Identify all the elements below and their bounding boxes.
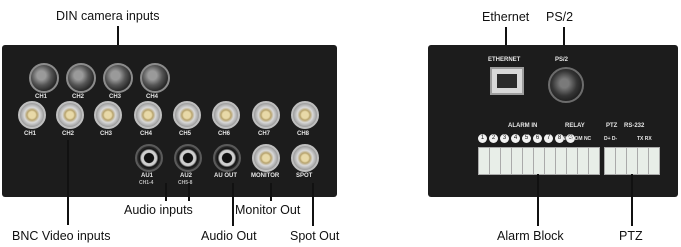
bnc-callout-leader [67,140,69,225]
spot-output-connector[interactable] [291,144,319,172]
bnc-label: CH1 [24,131,37,137]
au2-label: AU2 [180,173,193,179]
au1-sub-label: CH1-4 [139,180,154,186]
din-label: CH3 [109,94,122,100]
audio-output[interactable] [213,144,241,172]
alarm-pin-number: 4 [511,134,520,143]
alarm-pin-number: 6 [533,134,542,143]
au-out-label: AU OUT [214,173,237,179]
au1-label: AU1 [141,173,154,179]
bnc-connector-ch2[interactable] [56,101,84,129]
audio-inputs-callout: Audio inputs [124,203,193,217]
ptz-callout-leader [631,174,633,226]
alarm-pin-number: 1 [478,134,487,143]
din-label: CH4 [146,94,159,100]
bnc-connector-ch1[interactable] [18,101,46,129]
din-label: CH2 [72,94,85,100]
bnc-connector-ch8[interactable] [291,101,319,129]
relay-pins-label: NO COM NC [562,136,592,142]
bnc-label: CH4 [140,131,153,137]
relay-label: RELAY [565,123,585,129]
ptz-pins-label: D+ D- [604,136,618,142]
bnc-label: CH3 [100,131,113,137]
bnc-label: CH8 [297,131,310,137]
din-connector-ch1[interactable] [29,63,59,93]
au2-sub-label: CH5-8 [178,180,193,186]
alarm-block-callout-leader [537,174,539,226]
alarm-block-callout: Alarm Block [497,229,564,243]
rs232-terminal[interactable] [648,147,660,175]
bnc-label: CH2 [62,131,75,137]
din-connector-ch2[interactable] [66,63,96,93]
ethernet-port-label: ETHERNET [488,57,521,63]
bnc-connector-ch6[interactable] [212,101,240,129]
bnc-label: CH6 [218,131,231,137]
audio-inputs-leader-left [165,183,167,201]
monitor-out-callout: Monitor Out [235,203,301,217]
bnc-connector-ch7[interactable] [252,101,280,129]
alarm-pin-number: 3 [500,134,509,143]
monitor-output-connector[interactable] [252,144,280,172]
bnc-connector-ch5[interactable] [173,101,201,129]
ptz-port-label: PTZ [606,123,618,129]
audio-inputs-leader-right [188,183,190,201]
network-alarm-panel: ETHERNET PS/2 ALARM IN RELAY 1 2 3 4 5 6… [428,45,678,197]
ps2-callout: PS/2 [546,10,574,24]
bnc-label: CH5 [179,131,192,137]
monitor-out-callout-leader [270,183,272,201]
monitor-label: MONITOR [251,173,280,179]
video-audio-panel: CH1 CH2 CH3 CH4 CH1 CH2 CH3 CH4 CH5 CH6 … [2,45,337,197]
ethernet-port-socket [497,74,517,88]
bnc-video-inputs-callout: BNC Video inputs [12,229,111,243]
alarm-pin-number: 7 [544,134,553,143]
rs232-pins-label: TX RX [637,136,652,142]
din-connector-ch3[interactable] [103,63,133,93]
spot-out-callout: Spot Out [290,229,340,243]
bnc-connector-ch3[interactable] [94,101,122,129]
audio-out-callout-leader [232,183,234,226]
audio-input-au2[interactable] [174,144,202,172]
spot-label: SPOT [296,173,313,179]
audio-out-callout: Audio Out [201,229,257,243]
din-connector-ch4[interactable] [140,63,170,93]
spot-out-callout-leader [312,183,314,226]
alarm-pin-number: 5 [522,134,531,143]
alarm-pin-number: 2 [489,134,498,143]
ptz-callout: PTZ [619,229,643,243]
rs232-port-label: RS-232 [624,123,645,129]
ethernet-callout: Ethernet [482,10,530,24]
audio-input-au1[interactable] [135,144,163,172]
bnc-connector-ch4[interactable] [134,101,162,129]
relay-terminal[interactable] [588,147,600,175]
din-label: CH1 [35,94,48,100]
ps2-port[interactable] [548,67,584,103]
din-camera-inputs-callout: DIN camera inputs [56,9,160,23]
ethernet-port[interactable] [490,67,524,95]
ps2-port-label: PS/2 [555,57,569,63]
bnc-label: CH7 [258,131,271,137]
alarm-in-label: ALARM IN [508,123,538,129]
